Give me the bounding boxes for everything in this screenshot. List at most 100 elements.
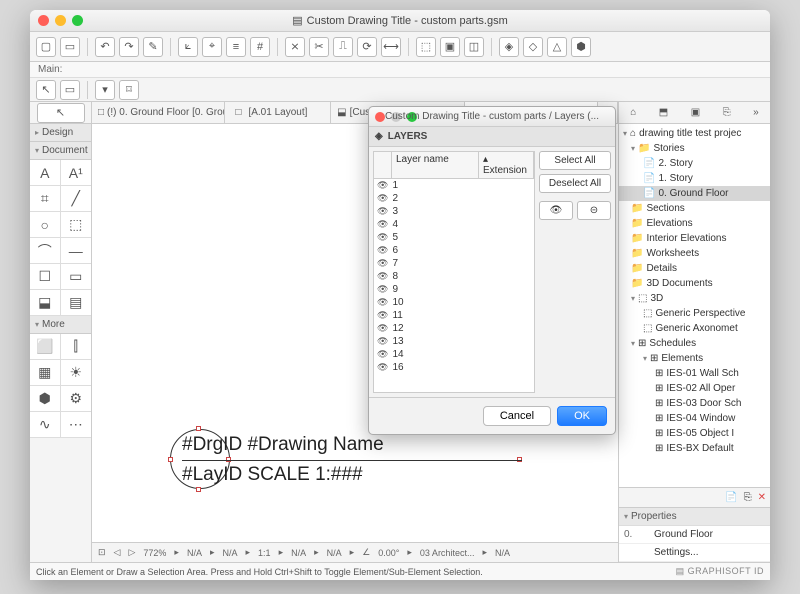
zoom-value[interactable]: 772% — [143, 548, 166, 558]
eye-icon[interactable]: 👁 — [377, 180, 388, 191]
zoom-icon[interactable] — [72, 15, 83, 26]
magnet-tool[interactable]: ⌑ — [119, 80, 139, 100]
eye-icon[interactable]: 👁 — [377, 245, 388, 256]
ok-button[interactable]: OK — [557, 406, 607, 426]
redo-button[interactable]: ↷ — [119, 37, 139, 57]
eye-icon[interactable]: 👁 — [377, 310, 388, 321]
tree-ies01[interactable]: ⊞ IES-01 Wall Sch — [619, 366, 770, 381]
more-tool-6[interactable]: ⚙ — [61, 386, 92, 412]
fill-tool[interactable]: ☐ — [30, 264, 61, 290]
dimension-tool[interactable]: ⌗ — [30, 186, 61, 212]
layer-row[interactable]: 👁5 — [374, 231, 534, 244]
minimize-icon[interactable] — [55, 15, 66, 26]
layer-row[interactable]: 👁14 — [374, 348, 534, 361]
more-tool-5[interactable]: ⬢ — [30, 386, 61, 412]
layer-row[interactable]: 👁8 — [374, 270, 534, 283]
layer-row[interactable]: 👁10 — [374, 296, 534, 309]
close-icon[interactable] — [38, 15, 49, 26]
tree-stories[interactable]: ▾📁 Stories — [619, 141, 770, 156]
layer-row[interactable]: 👁1 — [374, 179, 534, 192]
eye-icon[interactable]: 👁 — [377, 349, 388, 360]
prop-settings[interactable]: Settings... — [619, 544, 770, 562]
tree-3d[interactable]: ▾⬚ 3D — [619, 291, 770, 306]
layer-row[interactable]: 👁13 — [374, 335, 534, 348]
eye-icon[interactable]: 👁 — [377, 219, 388, 230]
tree-story-0[interactable]: 📄 0. Ground Floor — [619, 186, 770, 201]
layer-row[interactable]: 👁4 — [374, 218, 534, 231]
eye-icon[interactable]: 👁 — [377, 323, 388, 334]
tree-elevations[interactable]: 📁 Elevations — [619, 216, 770, 231]
open-button[interactable]: ▭ — [60, 37, 80, 57]
zoom-fit-icon[interactable]: ⊡ — [98, 547, 106, 558]
tree-elements[interactable]: ▾⊞ Elements — [619, 351, 770, 366]
eye-icon[interactable]: 👁 — [377, 297, 388, 308]
properties-header[interactable]: ▾Properties — [619, 507, 770, 525]
nav-new-icon[interactable]: 📄 — [725, 492, 737, 503]
nav-project-icon[interactable]: ⌂ — [630, 107, 636, 118]
status-layer[interactable]: 03 Architect... — [420, 548, 475, 558]
eye-icon[interactable]: 👁 — [377, 232, 388, 243]
design-section-header[interactable]: ▸Design — [30, 124, 91, 142]
morph-button[interactable]: △ — [547, 37, 567, 57]
nav-copy-icon[interactable]: ⎘ — [744, 492, 752, 503]
adjust-button[interactable]: ⟳ — [357, 37, 377, 57]
window-button[interactable]: ◫ — [464, 37, 484, 57]
tree-story-2[interactable]: 📄 2. Story — [619, 156, 770, 171]
spline-tool[interactable]: — — [61, 238, 92, 264]
more-tool-8[interactable]: ⋯ — [61, 412, 92, 438]
line-tool[interactable]: ╱ — [61, 186, 92, 212]
intersect-button[interactable]: ⨯ — [285, 37, 305, 57]
tree-sections[interactable]: 📁 Sections — [619, 201, 770, 216]
label-tool[interactable]: A¹ — [61, 160, 92, 186]
zoom-prev-icon[interactable]: ◁ — [114, 547, 121, 558]
eye-icon[interactable]: 👁 — [377, 193, 388, 204]
polyline-tool[interactable]: ⬚ — [61, 212, 92, 238]
tab-ground-floor[interactable]: □(!) 0. Ground Floor [0. Groun... — [92, 102, 225, 123]
tree-ies03[interactable]: ⊞ IES-03 Door Sch — [619, 396, 770, 411]
tree-iesbx[interactable]: ⊞ IES-BX Default — [619, 441, 770, 456]
rect-tool[interactable]: ▭ — [61, 264, 92, 290]
layer-row[interactable]: 👁7 — [374, 257, 534, 270]
eye-icon[interactable]: 👁 — [377, 336, 388, 347]
measure-button[interactable]: ⟀ — [178, 37, 198, 57]
arrow-tool[interactable]: ↖ — [37, 103, 85, 123]
eye-icon[interactable]: 👁 — [377, 206, 388, 217]
more-tool-4[interactable]: ☀ — [61, 360, 92, 386]
tree-story-1[interactable]: 📄 1. Story — [619, 171, 770, 186]
snap-button[interactable]: ⌖ — [202, 37, 222, 57]
tree-interior[interactable]: 📁 Interior Elevations — [619, 231, 770, 246]
select-all-button[interactable]: Select All — [539, 151, 611, 170]
layer-row[interactable]: 👁6 — [374, 244, 534, 257]
object-button[interactable]: ⬢ — [571, 37, 591, 57]
hide-layer-icon[interactable]: ⊝ — [577, 201, 611, 220]
navigator-tree[interactable]: ▾⌂ drawing title test projec ▾📁 Stories … — [619, 124, 770, 487]
col-layer-name[interactable]: Layer name — [392, 152, 479, 178]
more-section-header[interactable]: ▾More — [30, 316, 91, 334]
cancel-button[interactable]: Cancel — [483, 406, 551, 426]
col-extension[interactable]: ▴ Extension — [479, 152, 534, 178]
anchor-point[interactable] — [196, 487, 201, 492]
offset-button[interactable]: ⟷ — [381, 37, 401, 57]
fav-dropdown[interactable]: ▾ — [95, 80, 115, 100]
zoom-next-icon[interactable]: ▷ — [128, 547, 135, 558]
text-tool[interactable]: A — [30, 160, 61, 186]
tree-details[interactable]: 📁 Details — [619, 261, 770, 276]
drawing-title-line2[interactable]: #LayID SCALE 1:### — [182, 464, 363, 486]
layers-button[interactable]: ◈ — [499, 37, 519, 57]
tree-ies02[interactable]: ⊞ IES-02 All Oper — [619, 381, 770, 396]
drawing-tool[interactable]: ▤ — [61, 290, 92, 316]
split-button[interactable]: ⎍ — [333, 37, 353, 57]
anchor-point[interactable] — [196, 426, 201, 431]
eye-icon[interactable]: 👁 — [377, 362, 388, 373]
eyedropper-button[interactable]: ✎ — [143, 37, 163, 57]
status-angle[interactable]: 0.00° — [378, 548, 399, 558]
tree-perspective[interactable]: ⬚ Generic Perspective — [619, 306, 770, 321]
eye-icon[interactable]: 👁 — [377, 271, 388, 282]
show-layer-icon[interactable]: 👁 — [539, 201, 573, 220]
brand-label[interactable]: ▤ GRAPHISOFT ID — [676, 566, 764, 577]
layer-row[interactable]: 👁16 — [374, 361, 534, 374]
favorites-button[interactable]: ◇ — [523, 37, 543, 57]
circle-tool[interactable]: ○ — [30, 212, 61, 238]
nav-publish-icon[interactable]: ⎘ — [723, 107, 731, 118]
nav-layout-icon[interactable]: ▣ — [691, 107, 700, 118]
